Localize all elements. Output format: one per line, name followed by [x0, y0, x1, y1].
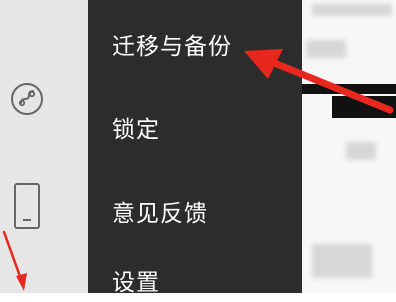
blurred-text	[312, 244, 372, 278]
blurred-text	[312, 4, 392, 16]
mini-program-button[interactable]	[6, 78, 48, 120]
menu-item-label: 意见反馈	[112, 201, 208, 227]
menu-item-label: 迁移与备份	[112, 34, 232, 60]
menu-item-label: 设置	[112, 270, 160, 296]
left-sidebar	[0, 0, 88, 293]
menu-item-feedback[interactable]: 意见反馈	[112, 189, 292, 233]
menu-item-lock[interactable]: 锁定	[112, 105, 292, 149]
menu-item-label: 锁定	[112, 117, 160, 143]
menu-item-migrate-backup[interactable]: 迁移与备份	[112, 22, 292, 66]
phone-icon	[14, 183, 40, 229]
menu-item-settings[interactable]: 设置	[112, 258, 292, 302]
background-chat-area	[302, 0, 396, 293]
more-menu: 迁移与备份 锁定 意见反馈 设置	[88, 0, 302, 296]
blurred-bar	[332, 96, 396, 118]
blurred-text	[306, 40, 346, 58]
link-icon	[11, 83, 43, 115]
blurred-bar	[302, 84, 396, 94]
blurred-text	[346, 142, 376, 160]
phone-button[interactable]	[6, 178, 48, 234]
